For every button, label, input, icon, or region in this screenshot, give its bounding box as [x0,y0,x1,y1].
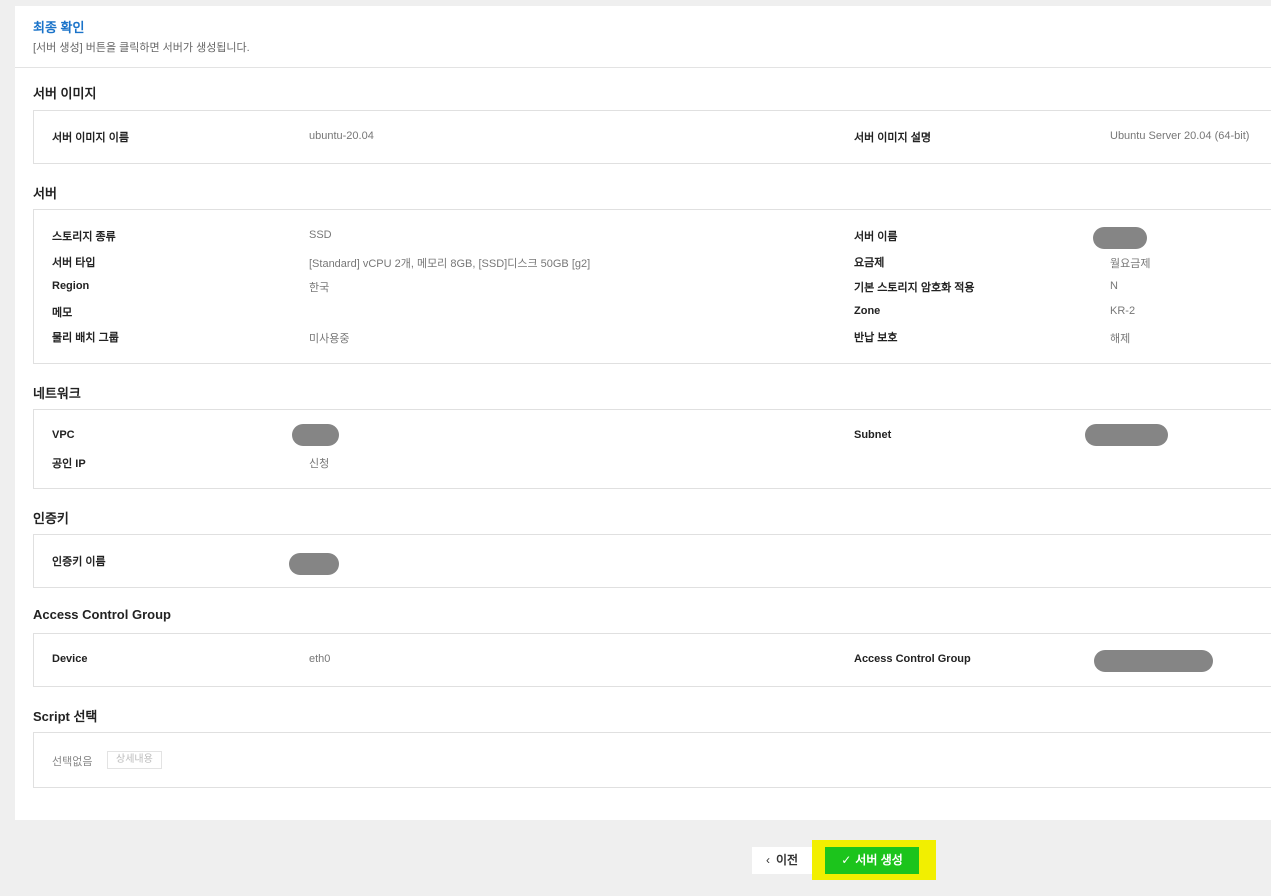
panel-header: 최종 확인 [서버 생성] 버튼을 클릭하면 서버가 생성됩니다. [15,6,1271,68]
device-label: Device [52,653,88,665]
memo-label: 메모 [52,307,73,319]
region-label: Region [52,280,90,292]
section-title-auth-key: 인증키 [33,511,69,526]
server-image-desc-value: Ubuntu Server 20.04 (64-bit) [1110,130,1250,142]
zone-value: KR-2 [1110,305,1136,317]
create-server-button-label: 서버 생성 [855,853,903,867]
section-title-script: Script 선택 [33,709,98,724]
vpc-redacted [292,424,339,446]
storage-type-value: SSD [309,229,332,241]
public-ip-label: 공인 IP [52,458,86,470]
page-description: [서버 생성] 버튼을 클릭하면 서버가 생성됩니다. [33,42,250,54]
return-protection-label: 반납 보호 [854,332,898,344]
subnet-label: Subnet [854,429,892,441]
region-value: 한국 [309,282,330,294]
placement-group-label: 물리 배치 그룹 [52,332,119,344]
server-type-label: 서버 타입 [52,257,96,269]
acg-box: Device eth0 Access Control Group [33,633,1271,687]
server-name-label: 서버 이름 [854,231,898,243]
server-image-box: 서버 이미지 이름 ubuntu-20.04 서버 이미지 설명 Ubuntu … [33,110,1271,164]
auth-key-box: 인증키 이름 [33,534,1271,588]
device-value: eth0 [309,653,331,665]
billing-label: 요금제 [854,257,885,269]
prev-button-label: 이전 [775,853,799,867]
subnet-redacted [1085,424,1168,446]
script-selection-text: 선택없음 [52,756,93,768]
section-title-server-image: 서버 이미지 [33,86,97,101]
storage-type-label: 스토리지 종류 [52,231,116,243]
server-box: 스토리지 종류 SSD 서버 타입 [Standard] vCPU 2개, 메모… [33,209,1271,364]
server-image-name-label: 서버 이미지 이름 [52,132,129,144]
create-server-button[interactable]: ✓ 서버 생성 [825,847,919,874]
public-ip-value: 신청 [309,458,330,470]
script-detail-button[interactable]: 상세내용 [107,751,162,769]
zone-label: Zone [854,305,881,317]
server-type-value: [Standard] vCPU 2개, 메모리 8GB, [SSD]디스크 50… [309,258,591,270]
script-box: 선택없음 상세내용 [33,732,1271,788]
page-title: 최종 확인 [33,20,85,35]
encryption-value: N [1110,280,1118,292]
return-protection-value: 해제 [1110,333,1131,345]
server-image-desc-label: 서버 이미지 설명 [854,132,931,144]
billing-value: 월요금제 [1110,258,1151,270]
section-title-network: 네트워크 [33,386,81,401]
vpc-label: VPC [52,429,75,441]
server-image-name-value: ubuntu-20.04 [309,130,374,142]
auth-key-name-label: 인증키 이름 [52,556,106,568]
check-icon: ✓ [841,853,852,867]
encryption-label: 기본 스토리지 암호화 적용 [854,282,975,294]
server-name-redacted [1093,227,1147,249]
auth-key-redacted [289,553,339,575]
prev-button[interactable]: ‹ 이전 [752,847,812,874]
chevron-left-icon: ‹ [765,853,770,867]
acg-label: Access Control Group [854,653,971,665]
section-title-acg: Access Control Group [33,607,171,622]
acg-redacted [1094,650,1213,672]
placement-group-value: 미사용중 [309,333,350,345]
network-box: VPC 공인 IP 신청 Subnet [33,409,1271,489]
final-confirm-panel: 최종 확인 [서버 생성] 버튼을 클릭하면 서버가 생성됩니다. 서버 이미지… [15,6,1271,820]
section-title-server: 서버 [33,186,57,201]
